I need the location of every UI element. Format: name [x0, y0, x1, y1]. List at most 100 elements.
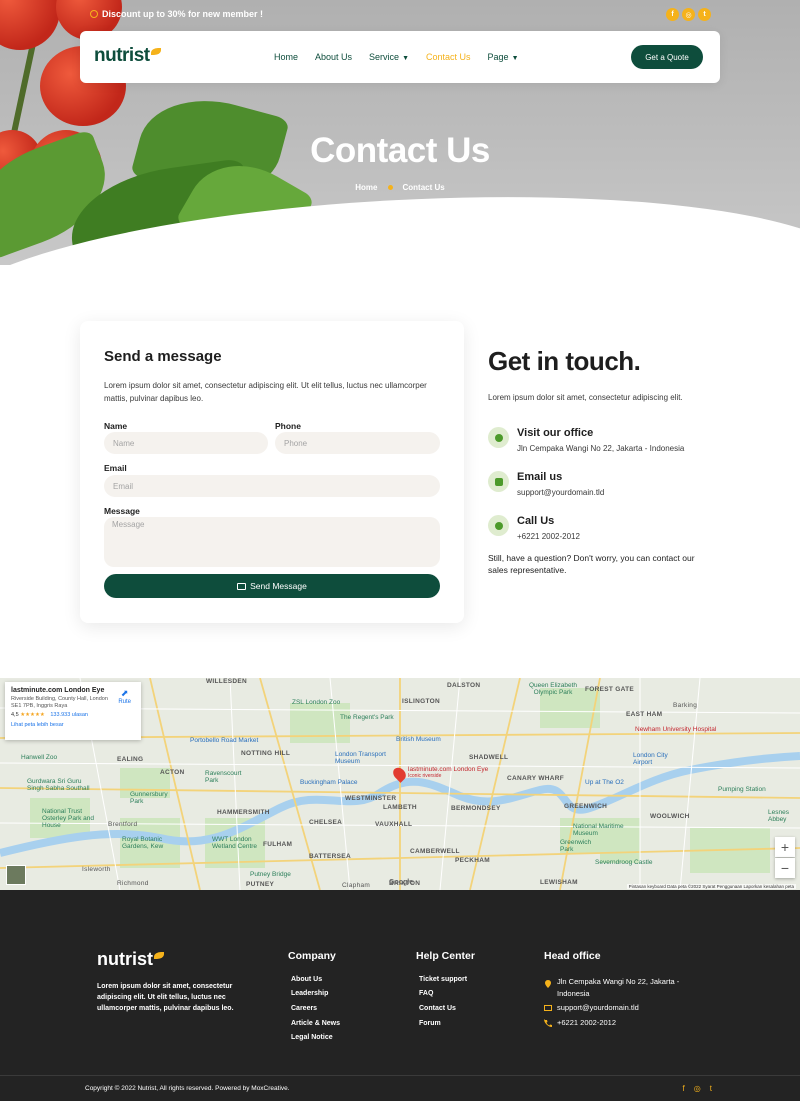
- nav-page[interactable]: Page ▼: [488, 52, 519, 62]
- footer-phone[interactable]: +6221 2002-2012: [557, 1017, 697, 1029]
- footer-link[interactable]: FAQ: [419, 990, 433, 997]
- map-poi[interactable]: London Transport Museum: [335, 751, 395, 765]
- map-poi[interactable]: Buckingham Palace: [300, 779, 357, 786]
- map-area-label: HAMMERSMITH: [217, 809, 270, 816]
- email-input[interactable]: [104, 475, 440, 497]
- map-area-label: EAST HAM: [626, 711, 663, 718]
- phone-input[interactable]: [275, 432, 440, 454]
- email-heading: Email us: [517, 471, 563, 483]
- footer-link[interactable]: About Us: [291, 976, 322, 983]
- phone-icon: [488, 515, 509, 536]
- map-poi[interactable]: London City Airport: [633, 752, 673, 766]
- nav-contact[interactable]: Contact Us: [426, 52, 471, 62]
- navbar: nutrist Home About Us Service ▼ Contact U…: [80, 31, 720, 83]
- facebook-icon[interactable]: f: [683, 1084, 685, 1093]
- instagram-icon[interactable]: ◎: [694, 1084, 701, 1093]
- mail-icon: [237, 582, 247, 590]
- map-area-label: Barking: [673, 702, 698, 709]
- get-in-touch-description: Lorem ipsum dolor sit amet, consectetur …: [488, 393, 683, 402]
- map-poi[interactable]: Up at The O2: [585, 779, 624, 786]
- name-input[interactable]: [104, 432, 268, 454]
- page-title: Contact Us: [310, 131, 490, 170]
- map-area-label: FOREST GATE: [585, 686, 635, 693]
- map-area-label: CANARY WHARF: [507, 775, 565, 782]
- map-poi[interactable]: Hanwell Zoo: [21, 754, 57, 761]
- satellite-toggle[interactable]: [6, 865, 26, 885]
- larger-map-link[interactable]: Lihat peta lebih besar: [11, 722, 135, 728]
- footer-link[interactable]: Legal Notice: [291, 1034, 333, 1041]
- map-area-label: WOOLWICH: [650, 813, 690, 820]
- map-poi[interactable]: Royal Botanic Gardens, Kew: [122, 836, 182, 850]
- top-social-links: f ◎ t: [666, 8, 711, 21]
- footer-logo[interactable]: nutrist: [97, 949, 164, 970]
- map-poi[interactable]: Portobello Road Market: [190, 737, 258, 744]
- nav-home[interactable]: Home: [274, 52, 298, 62]
- map-attribution[interactable]: Pintasan keyboard Data peta ©2022 Syarat…: [626, 884, 796, 889]
- map-poi[interactable]: British Museum: [396, 736, 441, 743]
- map-poi[interactable]: Newham University Hospital: [635, 726, 725, 733]
- twitter-icon[interactable]: t: [698, 8, 711, 21]
- send-message-label: Send Message: [250, 581, 307, 591]
- phone-number[interactable]: +6221 2002-2012: [517, 532, 580, 541]
- map-poi[interactable]: Ravenscourt Park: [205, 770, 255, 784]
- footer-link[interactable]: Leadership: [291, 990, 328, 997]
- nav-about[interactable]: About Us: [315, 52, 352, 62]
- office-address: Jln Cempaka Wangi No 22, Jakarta - Indon…: [517, 444, 685, 453]
- twitter-icon[interactable]: t: [710, 1084, 712, 1093]
- send-message-button[interactable]: Send Message: [104, 574, 440, 598]
- map-poi[interactable]: Queen Elizabeth Olympic Park: [528, 682, 578, 696]
- footer-social-links: f ◎ t: [683, 1084, 712, 1093]
- message-textarea[interactable]: [104, 517, 440, 567]
- mail-icon: [488, 471, 509, 492]
- route-button[interactable]: ⬈ Rute: [118, 688, 131, 705]
- pin-title: lastminute.com London Eye: [408, 766, 489, 773]
- map-poi[interactable]: Putney Bridge: [250, 871, 291, 878]
- map-poi[interactable]: Severndroog Castle: [595, 859, 652, 866]
- email-address[interactable]: support@yourdomain.tld: [517, 488, 604, 497]
- map-info-box: lastminute.com London Eye Riverside Buil…: [5, 682, 141, 740]
- footer-link[interactable]: Careers: [291, 1005, 317, 1012]
- footer-link[interactable]: Forum: [419, 1020, 441, 1027]
- breadcrumb-home[interactable]: Home: [355, 183, 377, 192]
- zoom-in-button[interactable]: +: [775, 837, 795, 857]
- footer-link[interactable]: Contact Us: [419, 1005, 456, 1012]
- get-quote-button[interactable]: Get a Quote: [631, 45, 703, 69]
- rating-value: 4,5: [11, 712, 19, 718]
- nav-service[interactable]: Service ▼: [369, 52, 409, 62]
- embedded-map[interactable]: WILLESDEN DALSTON FOREST GATE ISLINGTON …: [0, 678, 800, 890]
- map-area-label: Isleworth: [82, 866, 111, 873]
- map-poi[interactable]: ZSL London Zoo: [292, 699, 340, 706]
- map-area-label: BERMONDSEY: [451, 805, 501, 812]
- map-poi[interactable]: Greenwich Park: [560, 839, 596, 853]
- route-icon: ⬈: [120, 688, 129, 698]
- phone-label: Phone: [275, 421, 301, 431]
- map-poi[interactable]: Lesnes Abbey: [768, 809, 800, 823]
- map-poi[interactable]: National Maritime Museum: [573, 823, 633, 837]
- review-count-link[interactable]: 133.933 ulasan: [50, 712, 88, 718]
- email-label: Email: [104, 463, 127, 473]
- map-poi[interactable]: WWT London Wetland Centre: [212, 836, 272, 850]
- map-area-label: PUTNEY: [246, 881, 275, 888]
- office-heading: Visit our office: [517, 427, 594, 439]
- map-area-label: ACTON: [160, 769, 185, 776]
- footer-link[interactable]: Ticket support: [419, 976, 467, 983]
- phone-icon: [544, 1019, 552, 1027]
- footer-link[interactable]: Article & News: [291, 1020, 340, 1027]
- map-poi[interactable]: Gunnersbury Park: [130, 791, 180, 805]
- footer-help-heading: Help Center: [416, 950, 475, 962]
- map-poi[interactable]: Pumping Station: [718, 786, 768, 793]
- footer-email[interactable]: support@yourdomain.tld: [557, 1002, 697, 1014]
- map-area-label: SHADWELL: [469, 754, 509, 761]
- facebook-icon[interactable]: f: [666, 8, 679, 21]
- leaf-icon: [154, 952, 164, 959]
- map-area-label: NOTTING HILL: [241, 750, 291, 757]
- map-poi[interactable]: Gurdwara Sri Guru Singh Sabha Southall: [27, 778, 97, 792]
- map-poi[interactable]: The Regent's Park: [340, 714, 394, 721]
- form-description: Lorem ipsum dolor sit amet, consectetur …: [104, 381, 427, 403]
- zoom-out-button[interactable]: −: [775, 858, 795, 878]
- instagram-icon[interactable]: ◎: [682, 8, 695, 21]
- pin-label: lastminute.com London Eye Iconic riversi…: [408, 766, 488, 780]
- get-in-touch-title: Get in touch.: [488, 346, 641, 376]
- logo[interactable]: nutrist: [94, 45, 161, 67]
- map-poi[interactable]: National Trust Osterley Park and House: [42, 808, 97, 829]
